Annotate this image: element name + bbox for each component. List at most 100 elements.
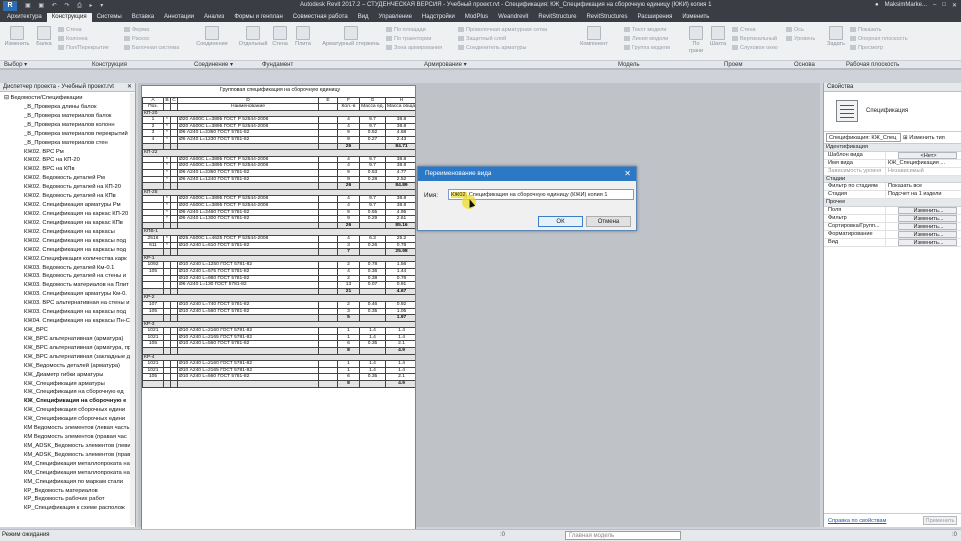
table-cell[interactable]: Кол.-в xyxy=(337,103,360,111)
table-row[interactable]: * Ø20 А500С L=3895 ГОСТ Р 52544-2006 4 9.7 3… xyxy=(142,162,415,171)
table-cell[interactable]: 4.77 xyxy=(384,169,415,177)
table-cell[interactable]: 4.67 xyxy=(384,287,415,296)
table-cell[interactable]: 0.36 xyxy=(359,267,386,276)
group-header-row[interactable]: КР-3 xyxy=(142,320,415,329)
tree-item[interactable]: _В_Проверка материалов колонн xyxy=(0,121,135,130)
table-cell[interactable]: 3 xyxy=(337,307,360,316)
table-cell[interactable]: 4.95 xyxy=(384,208,415,217)
table-row[interactable]: 1021 Ø10 А240 L=2165 ГОСТ 5781-82 1 1.4 1.4 xyxy=(142,333,415,342)
prop-view-name[interactable]: Имя вида КЖ_Спецификация ... xyxy=(824,159,961,168)
tree-item[interactable]: _В_Проверка материалов перекрытий xyxy=(0,130,135,139)
table-cell[interactable] xyxy=(177,287,319,296)
table-row[interactable]: * Ø6 А240 L=2460 ГОСТ 5781-82 9 0.55 4.95 xyxy=(142,208,415,217)
table-cell[interactable]: 2 xyxy=(337,274,360,283)
table-cell[interactable] xyxy=(170,195,178,203)
table-cell[interactable] xyxy=(163,103,171,111)
ref-plane-button[interactable]: Опорная плоскость xyxy=(850,35,908,43)
table-cell[interactable]: 4 xyxy=(337,195,360,203)
table-cell[interactable]: Ø20 А500С L=3895 ГОСТ Р 52544-2006 xyxy=(177,162,319,171)
table-cell[interactable]: * xyxy=(163,129,171,138)
tree-item[interactable]: КЖ_ВРС альтернативная (закладные д xyxy=(0,353,135,362)
table-cell[interactable]: 2516 xyxy=(142,234,164,243)
viewer-button[interactable]: Просмотр xyxy=(850,44,883,52)
floor-button[interactable]: Пол/Перекрытие xyxy=(58,44,109,52)
table-cell[interactable]: 0.91 xyxy=(384,281,415,289)
prop-view-template[interactable]: Шаблон вида <Нет> xyxy=(824,151,961,160)
table-row[interactable]: 107 Ø10 А240 L=740 ГОСТ 5781-82 2 0.46 0.92 xyxy=(142,300,415,309)
group-name[interactable]: КР-3 xyxy=(142,320,415,329)
tree-item[interactable]: КЖ02.Спецификация количества карк xyxy=(0,255,135,264)
table-cell[interactable] xyxy=(170,248,178,256)
table-cell[interactable] xyxy=(318,267,338,276)
table-cell[interactable] xyxy=(170,307,178,316)
tree-item[interactable]: _В_Проверка материалов стен xyxy=(0,139,135,148)
table-cell[interactable]: 4 xyxy=(142,136,164,144)
table-cell[interactable] xyxy=(142,182,164,190)
table-cell[interactable]: 0.35 xyxy=(359,307,386,316)
table-cell[interactable] xyxy=(163,142,171,151)
table-cell[interactable]: 1021 xyxy=(142,333,164,342)
tree-item[interactable]: КЖ02. Спецификация арматуры Рм xyxy=(0,201,135,210)
table-row[interactable]: 105 Ø10 А240 L=575 ГОСТ 5781-82 4 0.36 1.44 xyxy=(142,267,415,276)
tree-item[interactable]: КЖ02. Спецификация на каркасы xyxy=(0,228,135,237)
table-cell[interactable] xyxy=(359,142,386,151)
scrollbar[interactable] xyxy=(130,93,135,525)
group-total-row[interactable]: 5 1.97 xyxy=(142,314,415,322)
table-cell[interactable]: 2.52 xyxy=(384,175,415,184)
table-cell[interactable] xyxy=(318,182,338,190)
table-cell[interactable] xyxy=(163,380,171,388)
table-cell[interactable] xyxy=(318,221,338,230)
table-cell[interactable]: 9 xyxy=(337,215,360,223)
view-name-input[interactable]: КЖ02. Спецификация на сборочную единицу … xyxy=(448,189,634,200)
table-cell[interactable]: 38.8 xyxy=(384,116,415,124)
table-cell[interactable] xyxy=(142,281,164,289)
dialog-close-icon[interactable]: ✕ xyxy=(624,167,631,181)
table-cell[interactable]: Масса общая xyxy=(384,103,415,111)
table-cell[interactable] xyxy=(170,373,178,382)
table-cell[interactable]: 2 xyxy=(142,122,164,131)
table-row[interactable]: Ø6 А240 L=130 ГОСТ 5781-82 13 0.07 0.91 xyxy=(142,281,415,289)
table-cell[interactable]: Ø6 А240 L=130 ГОСТ 5781-82 xyxy=(177,281,319,289)
table-cell[interactable] xyxy=(170,175,178,184)
table-cell[interactable]: * xyxy=(163,136,171,144)
fabric-sheet-button[interactable]: Проволочная арматурная сетка xyxy=(458,26,547,34)
table-cell[interactable]: 1.97 xyxy=(384,314,415,322)
table-cell[interactable] xyxy=(318,261,338,269)
tab-weandrevit[interactable]: Weandrevit xyxy=(493,13,533,22)
table-cell[interactable] xyxy=(142,248,164,256)
tree-item[interactable]: КЖ03. ВРС альтернативная на стены и xyxy=(0,299,135,308)
table-cell[interactable]: 3 xyxy=(142,129,164,138)
tree-item[interactable]: КЖ02. Спецификация на каркасы под xyxy=(0,246,135,255)
table-cell[interactable]: Ø10 А240 L=2160 ГОСТ 5781-82 xyxy=(177,327,319,335)
table-cell[interactable]: 1.56 xyxy=(384,261,415,269)
table-cell[interactable] xyxy=(163,327,171,335)
table-cell[interactable]: Ø10 А240 L=2165 ГОСТ 5781-82 xyxy=(177,333,319,342)
group-total-row[interactable]: 21 4.67 xyxy=(142,287,415,296)
grid-button[interactable]: Ось xyxy=(786,26,804,34)
table-cell[interactable] xyxy=(318,234,338,243)
tree-item[interactable]: КЖ04. Спецификация на каркасы Пн-С xyxy=(0,317,135,326)
tab-modplus[interactable]: ModPlus xyxy=(460,13,493,22)
table-cell[interactable]: 1021 xyxy=(142,360,164,368)
group-header-row[interactable]: КП-25 xyxy=(142,188,415,197)
table-cell[interactable]: H xyxy=(384,96,415,105)
area-rebar-button[interactable]: По площади xyxy=(386,26,426,34)
table-cell[interactable] xyxy=(142,155,164,164)
table-cell[interactable] xyxy=(170,327,178,335)
table-cell[interactable]: 4 xyxy=(337,122,360,131)
group-total-row[interactable]: 26 85.16 xyxy=(142,221,415,230)
table-cell[interactable] xyxy=(170,281,178,289)
table-cell[interactable]: 0.27 xyxy=(359,136,386,144)
table-cell[interactable] xyxy=(170,333,178,342)
table-cell[interactable]: 0.76 xyxy=(384,274,415,283)
table-cell[interactable]: Ø6 А240 L=1300 ГОСТ 5781-82 xyxy=(177,215,319,223)
select-panel-label[interactable]: Выбор ▾ xyxy=(4,61,27,69)
table-cell[interactable]: 9 xyxy=(337,175,360,184)
model-group-button[interactable]: Группа модели xyxy=(624,44,670,52)
edit-fields-button[interactable]: Изменить... xyxy=(898,207,957,215)
table-cell[interactable] xyxy=(142,314,164,322)
table-cell[interactable] xyxy=(359,287,386,296)
tree-item[interactable]: КЖ_Спецификация сборочных едини xyxy=(0,415,135,424)
tree-item[interactable]: КЖ_Ведомость деталей (арматура) xyxy=(0,362,135,371)
table-cell[interactable]: * xyxy=(163,215,171,223)
